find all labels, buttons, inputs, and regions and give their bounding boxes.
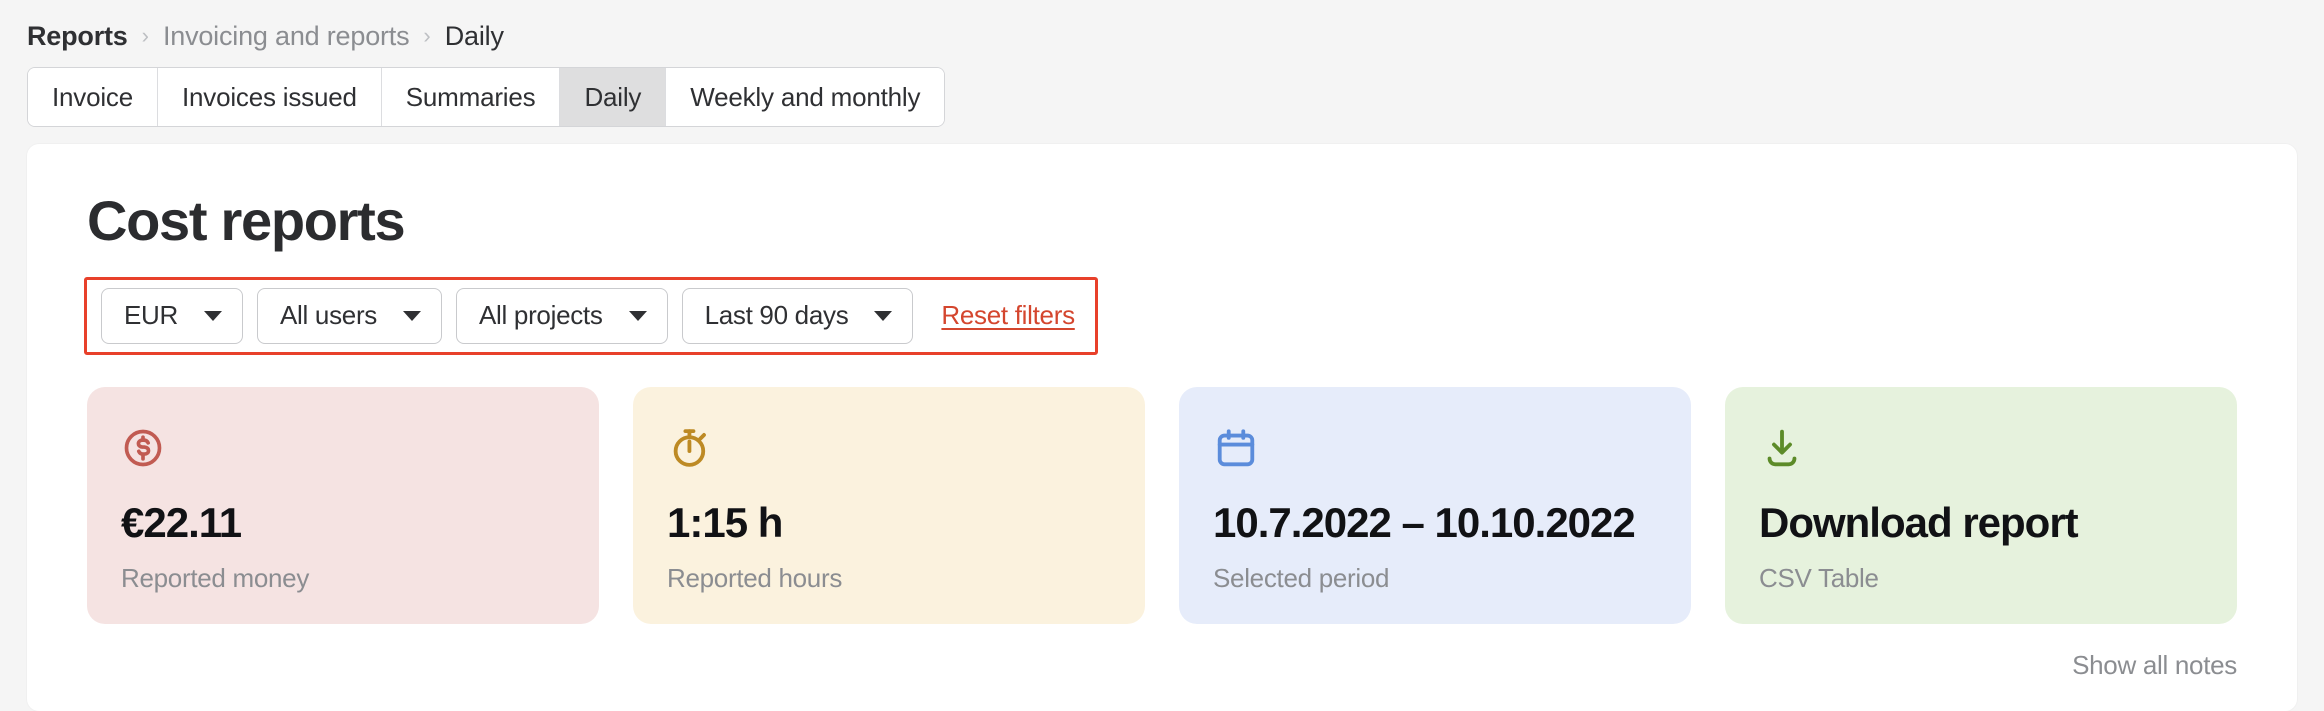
users-select-value: All users [280, 300, 377, 331]
tab-weekly-and-monthly[interactable]: Weekly and monthly [666, 68, 945, 126]
card-label: Selected period [1213, 562, 1390, 593]
tab-daily[interactable]: Daily [560, 68, 667, 126]
projects-select[interactable]: All projects [456, 287, 668, 344]
card-value: €22.11 [121, 498, 242, 546]
users-select[interactable]: All users [257, 287, 442, 344]
chevron-right-icon: › [423, 23, 431, 48]
card-value: 10.7.2022 – 10.10.2022 [1213, 498, 1636, 546]
card-label: Reported money [121, 562, 310, 593]
reset-filters-link[interactable]: Reset filters [941, 300, 1075, 331]
card-value: 1:15 h [667, 498, 783, 546]
chevron-down-icon [204, 310, 222, 321]
tab-invoice[interactable]: Invoice [28, 68, 158, 126]
projects-select-value: All projects [479, 300, 603, 331]
panel-footer: Show all notes [27, 624, 2297, 711]
card-label: Reported hours [667, 562, 843, 593]
card-value: Download report [1759, 498, 2079, 546]
currency-select[interactable]: EUR [101, 287, 243, 344]
breadcrumb-item-reports[interactable]: Reports [27, 22, 128, 50]
tab-summaries[interactable]: Summaries [381, 68, 561, 126]
currency-select-value: EUR [124, 300, 178, 331]
download-icon [1759, 419, 2203, 477]
calendar-icon [1213, 419, 1657, 477]
breadcrumb: Reports › Invoicing and reports › Daily [0, 0, 2324, 56]
period-select[interactable]: Last 90 days [681, 287, 914, 344]
breadcrumb-item-daily: Daily [444, 20, 504, 51]
card-selected-period: 10.7.2022 – 10.10.2022 Selected period [1179, 386, 1691, 624]
cost-reports-panel: Cost reports EUR All users All projects … [27, 144, 2297, 711]
show-all-notes-link[interactable]: Show all notes [2072, 650, 2237, 681]
stopwatch-icon [667, 419, 1111, 477]
card-reported-money: €22.11 Reported money [87, 386, 599, 624]
chevron-down-icon [628, 310, 647, 321]
card-label: CSV Table [1759, 562, 1879, 593]
filters-bar: EUR All users All projects Last 90 days … [84, 276, 1098, 355]
card-download-report[interactable]: Download report CSV Table [1725, 386, 2237, 624]
page-title: Cost reports [87, 189, 406, 252]
report-tabs: Invoice Invoices issued Summaries Daily … [27, 67, 946, 127]
breadcrumb-item-invoicing-and-reports[interactable]: Invoicing and reports [163, 22, 410, 50]
summary-cards: €22.11 Reported money 1:15 h Reported ho… [27, 355, 2297, 624]
card-reported-hours: 1:15 h Reported hours [633, 386, 1145, 624]
chevron-right-icon: › [141, 23, 149, 48]
period-select-value: Last 90 days [704, 300, 849, 331]
chevron-down-icon [874, 310, 893, 321]
dollar-circle-icon [121, 419, 565, 477]
tab-invoices-issued[interactable]: Invoices issued [157, 68, 382, 126]
chevron-down-icon [403, 310, 421, 321]
